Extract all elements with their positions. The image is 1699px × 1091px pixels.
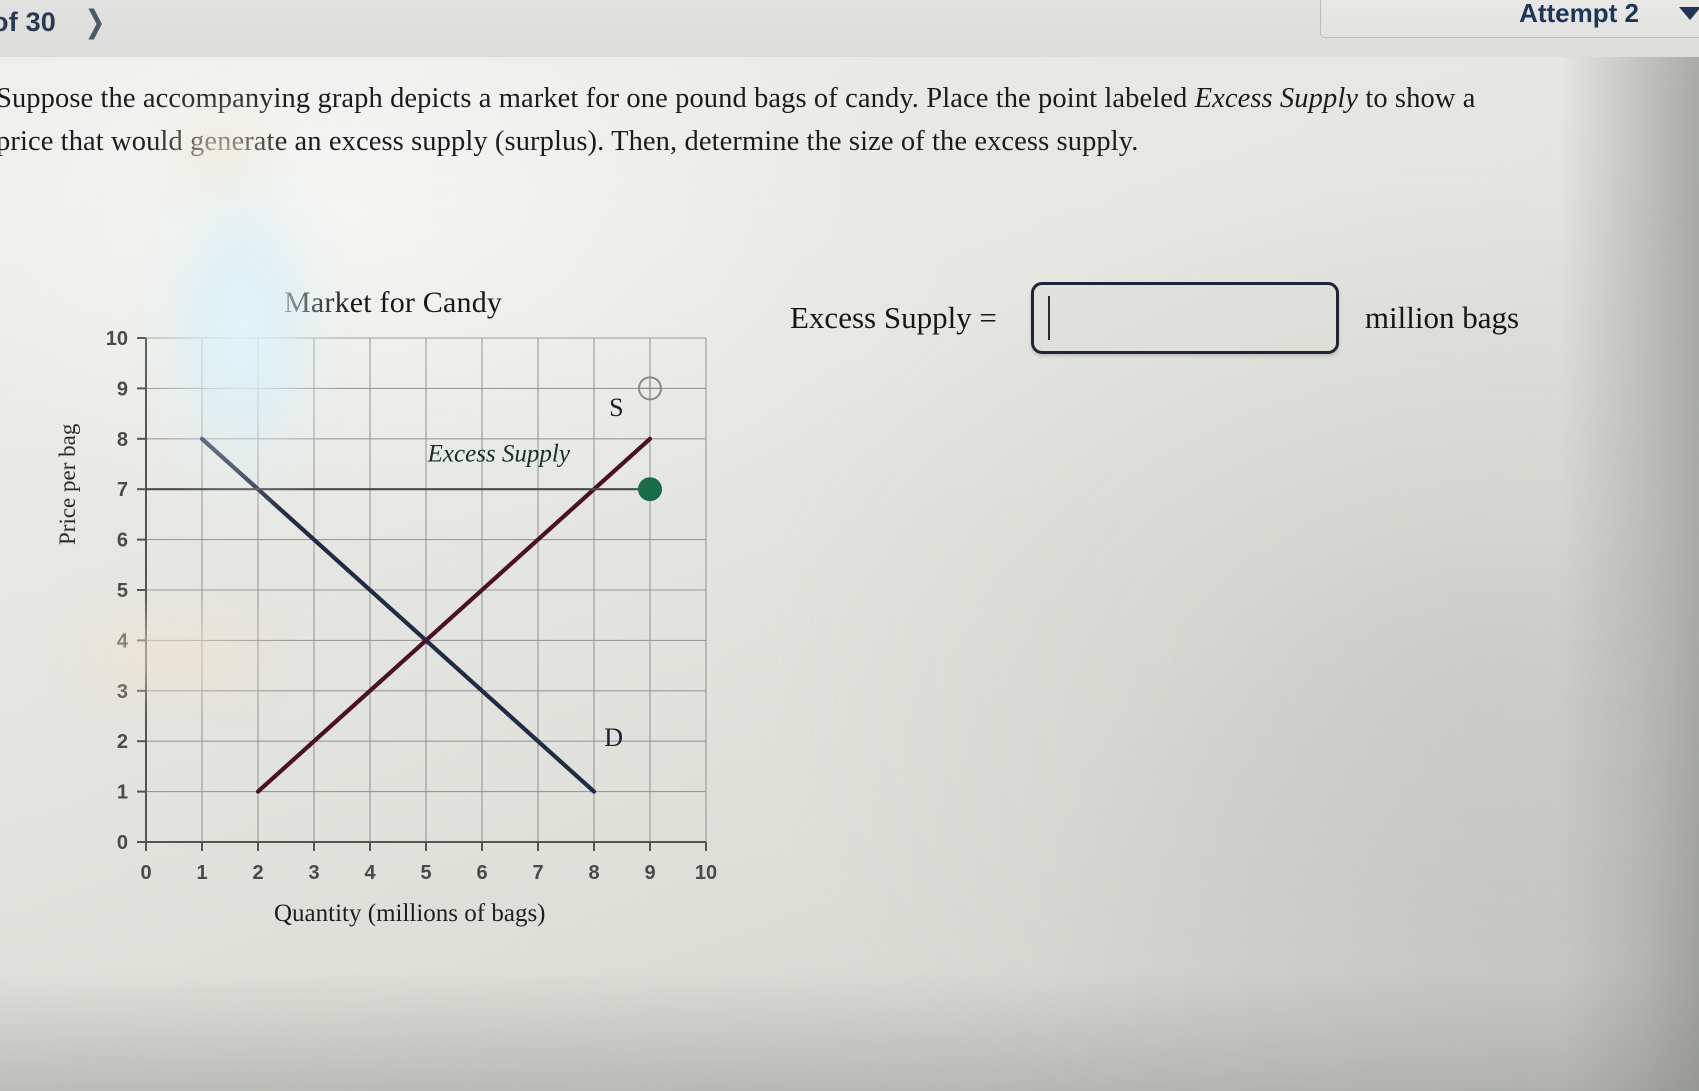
excess-supply-label: Excess Supply = [790,300,997,335]
x-tick-label: 10 [695,862,717,884]
x-tick-label: 3 [308,862,319,884]
y-tick-label: 0 [117,832,128,854]
excess-supply-input[interactable] [1030,282,1339,354]
x-tick-label: 4 [364,862,376,884]
excess-supply-point-label: Excess Supply [427,440,571,467]
glare-spot-small [160,95,280,215]
y-tick-label: 1 [117,782,128,804]
attempt-label: Attempt 2 [1519,0,1639,28]
y-tick-label: 2 [117,731,128,753]
x-tick-label: 7 [532,862,543,884]
market-chart: Market for Candy Price per bag Quantity … [0,0,800,1000]
x-tick-label: 6 [476,862,487,884]
y-tick-label: 9 [117,378,128,400]
series-line-S [255,436,653,794]
series-label-S: S [609,393,623,422]
x-tick-label: 9 [644,862,655,884]
y-tick-label: 5 [117,580,128,602]
unit-label: million bags [1364,300,1520,335]
x-tick-label: 8 [588,862,599,884]
series-label-D: D [604,723,623,752]
x-tick-label: 5 [420,862,431,884]
y-tick-label: 10 [106,328,128,350]
attempt-dropdown[interactable]: Attempt 2 [1320,0,1699,38]
y-tick-label: 7 [117,479,128,501]
excess-supply-point[interactable] [638,477,662,502]
x-tick-label: 2 [252,862,263,884]
x-tick-label: 0 [140,862,151,884]
glare-spot-beige [60,600,280,710]
chevron-down-icon[interactable] [1679,6,1699,20]
plot-svg[interactable]: 012345678910012345678910 DSExcess Supply [0,0,800,1000]
prompt-emphasis: Excess Supply [1194,83,1359,114]
text-caret [1047,296,1050,340]
y-tick-label: 6 [117,530,128,552]
y-tick-label: 8 [117,429,128,451]
answer-row: Excess Supply = million bags [790,282,1519,354]
x-tick-label: 1 [196,862,207,884]
